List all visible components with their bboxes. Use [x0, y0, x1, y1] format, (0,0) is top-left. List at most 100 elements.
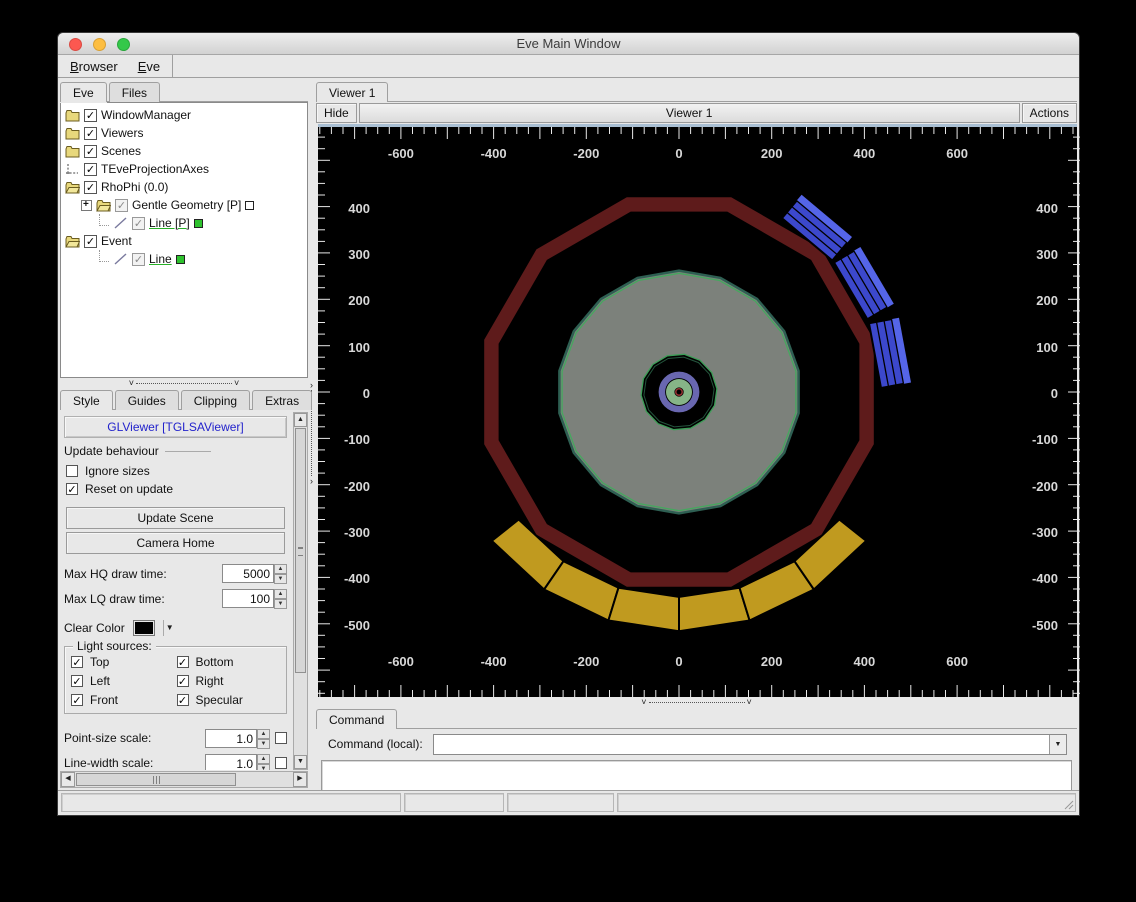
- light-front[interactable]: Front: [71, 693, 177, 707]
- tree-checkbox[interactable]: [84, 108, 97, 122]
- tree-checkbox[interactable]: [84, 144, 97, 158]
- tab-files[interactable]: Files: [108, 82, 161, 102]
- folder-icon: [65, 109, 80, 122]
- splitter-arrow-icon: ˅: [234, 378, 240, 388]
- line-width-checkbox[interactable]: [275, 757, 287, 769]
- browser-panel: Eve Files WindowManager Viewers Scen: [60, 80, 313, 788]
- reset-on-update-row[interactable]: Reset on update: [64, 480, 287, 498]
- tree-label[interactable]: Line: [149, 252, 172, 266]
- title-bar[interactable]: Eve Main Window: [58, 33, 1079, 55]
- scrollbar-thumb[interactable]: [76, 773, 236, 786]
- tab-eve[interactable]: Eve: [60, 82, 107, 102]
- viewer-tab-bar: Viewer 1: [316, 80, 1077, 102]
- light-top[interactable]: Top: [71, 655, 177, 669]
- resize-grip-icon[interactable]: [1062, 798, 1074, 810]
- style-horizontal-scrollbar[interactable]: ◀ ▶: [60, 771, 308, 788]
- light-left[interactable]: Left: [71, 674, 177, 688]
- status-cell: [507, 793, 614, 812]
- tab-guides[interactable]: Guides: [114, 390, 179, 410]
- left-tab-bar: Eve Files: [60, 80, 308, 102]
- tree-item-projection-axes[interactable]: TEveProjectionAxes: [65, 160, 307, 178]
- spin-up-icon: ▲: [274, 589, 287, 599]
- combo-dropdown-icon[interactable]: ▼: [1049, 734, 1066, 754]
- tree-item-event[interactable]: Event: [65, 232, 307, 250]
- camera-home-button[interactable]: Camera Home: [66, 532, 285, 554]
- tree-item-line[interactable]: Line: [65, 250, 307, 268]
- command-input[interactable]: [434, 735, 1049, 754]
- tree-checkbox[interactable]: [115, 198, 128, 212]
- vertical-splitter[interactable]: › ›: [308, 80, 315, 788]
- render-state-box[interactable]: [175, 254, 185, 264]
- tree-checkbox[interactable]: [84, 180, 97, 194]
- tree-item-windowmanager[interactable]: WindowManager: [65, 106, 307, 124]
- menu-browser[interactable]: Browser: [70, 59, 118, 74]
- tab-style[interactable]: Style: [60, 390, 113, 410]
- tab-clipping[interactable]: Clipping: [180, 390, 251, 410]
- point-size-checkbox[interactable]: [275, 732, 287, 744]
- tree-item-line-p[interactable]: Line [P]: [65, 214, 307, 232]
- hide-button[interactable]: Hide: [316, 103, 357, 123]
- line-width-spinner[interactable]: 1.0 ▲ ▼: [205, 753, 270, 770]
- tree-item-gentle-geometry[interactable]: Gentle Geometry [P]: [65, 196, 307, 214]
- expand-icon[interactable]: [81, 199, 92, 211]
- tree-item-viewers[interactable]: Viewers: [65, 124, 307, 142]
- line-width-row: Line-width scale: 1.0 ▲ ▼: [64, 751, 287, 770]
- render-state-box[interactable]: [245, 200, 255, 210]
- tree-checkbox[interactable]: [84, 126, 97, 140]
- command-combobox[interactable]: ▼: [432, 733, 1067, 755]
- max-lq-spinner[interactable]: 100 ▲ ▼: [222, 589, 287, 609]
- scroll-right-icon[interactable]: ▶: [293, 772, 307, 787]
- tree-label: TEveProjectionAxes: [101, 162, 210, 176]
- folder-icon: [65, 145, 80, 158]
- tree-checkbox[interactable]: [84, 234, 97, 248]
- spin-down-icon: ▼: [257, 738, 270, 749]
- render-state-box[interactable]: [193, 218, 203, 228]
- status-cell: [404, 793, 504, 812]
- viewer-panel: Viewer 1 Hide Viewer 1 Actions -600 -600-…: [315, 80, 1080, 795]
- minimize-button[interactable]: [93, 38, 106, 51]
- color-dropdown-icon[interactable]: ▼: [162, 620, 176, 636]
- tree-checkbox[interactable]: [84, 162, 97, 176]
- rhophi-scene[interactable]: [318, 127, 1080, 697]
- tree-label: Viewers: [101, 126, 144, 140]
- muon-chamber-yellow[interactable]: [678, 586, 751, 633]
- muon-chamber-yellow[interactable]: [607, 586, 680, 633]
- style-vertical-scrollbar[interactable]: ▲ ▼: [293, 412, 308, 770]
- scrollbar-thumb[interactable]: [295, 428, 306, 673]
- update-scene-button[interactable]: Update Scene: [66, 507, 285, 529]
- tab-command[interactable]: Command: [316, 709, 398, 729]
- scroll-left-icon[interactable]: ◀: [61, 772, 75, 787]
- command-tab-bar: Command: [316, 707, 1077, 729]
- max-hq-spinner[interactable]: 5000 ▲ ▼: [222, 564, 287, 584]
- inner-detector[interactable]: [640, 353, 718, 431]
- glviewer-label[interactable]: GLViewer [TGLSAViewer]: [64, 416, 287, 438]
- light-specular[interactable]: Specular: [176, 693, 283, 707]
- reset-on-update-checkbox[interactable]: [66, 483, 78, 495]
- tree-item-scenes[interactable]: Scenes: [65, 142, 307, 160]
- light-sources-group: Light sources: Top Bottom Left Right Fro…: [64, 639, 287, 714]
- clear-color-swatch[interactable]: [132, 620, 155, 636]
- tab-extras[interactable]: Extras: [252, 390, 313, 410]
- light-bottom[interactable]: Bottom: [176, 655, 283, 669]
- eve-tree[interactable]: WindowManager Viewers Scenes TEveProject…: [60, 102, 308, 378]
- tree-label[interactable]: Line [P]: [149, 216, 190, 230]
- zoom-button[interactable]: [117, 38, 130, 51]
- ignore-sizes-row[interactable]: Ignore sizes: [64, 462, 287, 480]
- close-button[interactable]: [69, 38, 82, 51]
- menu-eve[interactable]: Eve: [138, 59, 160, 74]
- gl-viewport[interactable]: -600 -600 -400 -400 -200 -200 0 0 200 200 400 400 60…: [318, 124, 1080, 697]
- tree-checkbox[interactable]: [132, 216, 145, 230]
- light-right[interactable]: Right: [176, 674, 283, 688]
- ignore-sizes-checkbox[interactable]: [66, 465, 78, 477]
- tree-item-rhophi[interactable]: RhoPhi (0.0): [65, 178, 307, 196]
- scroll-down-icon[interactable]: ▼: [294, 755, 307, 769]
- horizontal-splitter[interactable]: ˅ ˅: [316, 697, 1077, 707]
- horizontal-splitter[interactable]: ˅ ˅: [60, 378, 308, 388]
- tree-label: WindowManager: [101, 108, 192, 122]
- tab-viewer-1[interactable]: Viewer 1: [316, 82, 389, 102]
- tree-checkbox[interactable]: [132, 252, 145, 266]
- actions-button[interactable]: Actions: [1021, 103, 1077, 123]
- scroll-up-icon[interactable]: ▲: [294, 413, 307, 427]
- folder-icon: [65, 127, 80, 140]
- point-size-spinner[interactable]: 1.0 ▲ ▼: [205, 728, 270, 749]
